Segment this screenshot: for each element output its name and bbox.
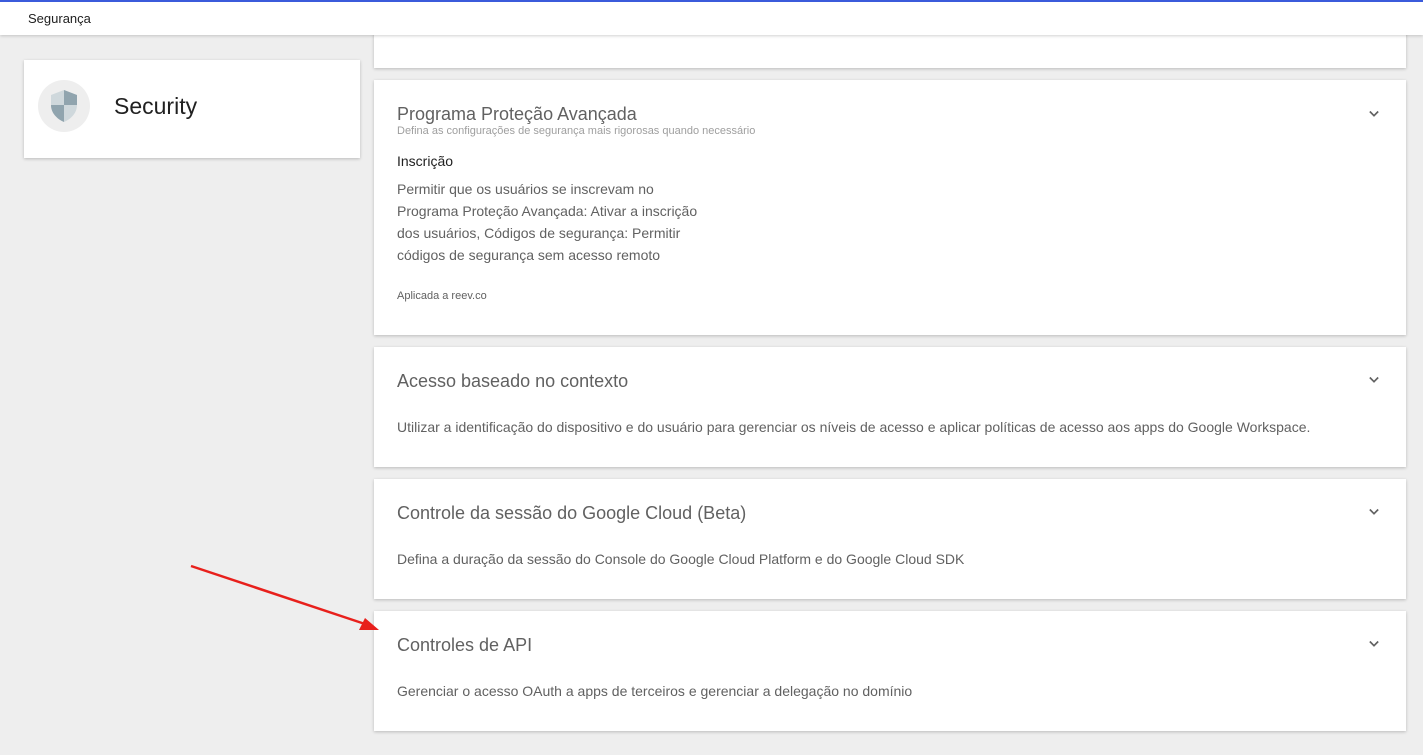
chevron-down-icon[interactable] <box>1364 370 1384 390</box>
description-line: Permitir que os usuários se inscrevam no <box>397 181 654 197</box>
security-section-card[interactable]: Security <box>24 60 360 158</box>
panel-context-aware-access[interactable]: Acesso baseado no contexto Utilizar a id… <box>374 347 1406 467</box>
panel-google-cloud-session-control[interactable]: Controle da sessão do Google Cloud (Beta… <box>374 479 1406 599</box>
description-line: dos usuários, Códigos de segurança: Perm… <box>397 225 681 241</box>
panel-description: Gerenciar o acesso OAuth a apps de terce… <box>397 683 913 699</box>
chevron-down-icon[interactable] <box>1364 634 1384 654</box>
shield-icon-container <box>38 80 90 132</box>
panel-title: Programa Proteção Avançada <box>397 104 637 124</box>
applied-to-label: Aplicada a reev.co <box>397 290 487 302</box>
top-app-bar: Segurança <box>0 0 1423 35</box>
enrollment-label: Inscrição <box>397 153 454 169</box>
security-label: Security <box>114 93 198 119</box>
panel-title: Acesso baseado no contexto <box>397 371 629 391</box>
description-line: Programa Proteção Avançada: Ativar a ins… <box>397 203 698 219</box>
enrollment-description: Permitir que os usuários se inscrevam no… <box>397 178 697 266</box>
panel-title: Controles de API <box>397 635 533 655</box>
panel-api-controls[interactable]: Controles de API Gerenciar o acesso OAut… <box>374 611 1406 731</box>
panel-title: Controle da sessão do Google Cloud (Beta… <box>397 503 747 523</box>
chevron-down-icon[interactable] <box>1364 502 1384 522</box>
panel-description: Defina a duração da sessão do Console do… <box>397 551 965 567</box>
page-title: Segurança <box>28 11 91 26</box>
panel-subtitle: Defina as configurações de segurança mai… <box>397 125 756 137</box>
panel-advanced-protection[interactable]: Programa Proteção Avançada Defina as con… <box>374 80 1406 335</box>
description-line: códigos de segurança sem acesso remoto <box>397 247 661 263</box>
shield-icon <box>51 90 77 122</box>
annotation-arrow <box>190 564 379 630</box>
panel-description: Utilizar a identificação do dispositivo … <box>397 419 1311 435</box>
chevron-down-icon[interactable] <box>1364 104 1384 124</box>
